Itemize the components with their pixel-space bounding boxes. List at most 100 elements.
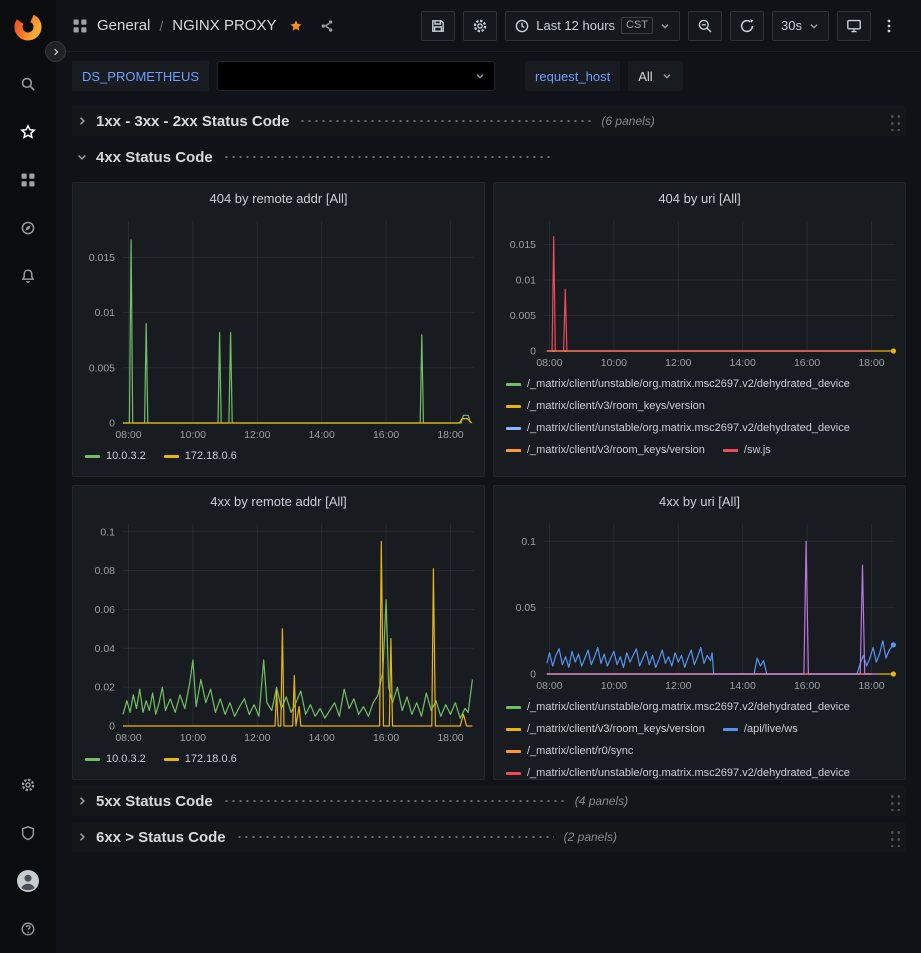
breadcrumb-section[interactable]: General	[97, 17, 150, 34]
dashboard-settings-button[interactable]	[463, 11, 497, 41]
legend-item[interactable]: /_matrix/client/unstable/org.matrix.msc2…	[506, 419, 850, 437]
row-title: 5xx Status Code	[96, 793, 213, 810]
chevron-right-icon	[76, 795, 88, 807]
svg-text:0.015: 0.015	[89, 252, 115, 264]
share-icon[interactable]	[320, 19, 334, 33]
panel-title[interactable]: 4xx by remote addr [All]	[73, 486, 484, 516]
zoom-out-button[interactable]	[688, 11, 722, 41]
time-range-picker[interactable]: Last 12 hours CST	[505, 11, 680, 41]
svg-text:0: 0	[530, 346, 536, 358]
sidebar-expand-button[interactable]	[45, 41, 66, 62]
sidebar-item-starred[interactable]	[16, 120, 40, 144]
legend-swatch	[164, 758, 179, 761]
chevron-right-icon	[76, 115, 88, 127]
timeseries-chart[interactable]: 00.020.040.060.080.108:0010:0012:0014:00…	[79, 516, 485, 746]
more-options-button[interactable]	[879, 11, 909, 41]
legend-item[interactable]: /_matrix/client/unstable/org.matrix.msc2…	[506, 375, 850, 393]
sidebar-item-search[interactable]	[16, 72, 40, 96]
tv-mode-button[interactable]	[837, 11, 871, 41]
row-6xx-status-code[interactable]: 6xx > Status Code (2 panels)	[72, 822, 906, 852]
save-dashboard-button[interactable]	[421, 11, 455, 41]
legend-label: /_matrix/client/r0/sync	[527, 742, 633, 760]
svg-text:12:00: 12:00	[244, 429, 270, 441]
svg-text:0.01: 0.01	[516, 274, 537, 286]
svg-text:0: 0	[530, 669, 536, 681]
panel-grid: 404 by remote addr [All] 0 0.005 0.01 0.015 0…	[72, 182, 906, 780]
legend-item[interactable]: /_matrix/client/v3/room_keys/version	[506, 397, 705, 415]
legend-item[interactable]: /_matrix/client/v3/room_keys/version	[506, 441, 705, 459]
panel-4xx-by-uri-all-: 4xx by uri [All]00.050.108:0010:0012:001…	[493, 485, 906, 780]
svg-text:0.01: 0.01	[95, 307, 116, 319]
panel-title[interactable]: 404 by uri [All]	[494, 183, 905, 213]
row-5xx-status-code[interactable]: 5xx Status Code (4 panels)	[72, 786, 906, 816]
legend-item[interactable]: /_matrix/client/unstable/org.matrix.msc2…	[506, 764, 850, 779]
svg-text:08:00: 08:00	[115, 732, 141, 744]
row-drag-handle[interactable]	[889, 111, 902, 131]
sidebar-item-settings[interactable]	[16, 773, 40, 797]
legend-item[interactable]: 10.0.3.2	[85, 447, 146, 465]
legend-item[interactable]: /_matrix/client/v3/room_keys/version	[506, 720, 705, 738]
panel-title[interactable]: 404 by remote addr [All]	[73, 183, 484, 213]
row-panel-count: (6 panels)	[601, 114, 654, 128]
legend-label: /_matrix/client/v3/room_keys/version	[527, 397, 705, 415]
favorite-star-icon[interactable]	[289, 19, 303, 33]
legend-swatch	[85, 455, 100, 458]
legend-swatch	[506, 750, 521, 753]
sidebar-item-explore[interactable]	[16, 216, 40, 240]
request-host-select[interactable]: All	[628, 61, 682, 91]
svg-text:14:00: 14:00	[309, 429, 335, 441]
svg-text:18:00: 18:00	[437, 732, 463, 744]
svg-text:16:00: 16:00	[373, 429, 399, 441]
svg-text:0.005: 0.005	[510, 310, 536, 322]
gear-icon	[472, 18, 488, 34]
svg-text:0.1: 0.1	[521, 536, 536, 548]
row-dotted-leader	[299, 119, 591, 123]
sidebar-item-help[interactable]	[16, 917, 40, 941]
dashboard-title[interactable]: NGINX PROXY	[172, 17, 276, 34]
row-title: 4xx Status Code	[96, 149, 213, 166]
svg-text:14:00: 14:00	[730, 680, 756, 692]
toolbar: Last 12 hours CST 30s	[421, 11, 909, 41]
timeseries-chart[interactable]: 00.0050.010.01508:0010:0012:0014:0016:00…	[500, 213, 906, 371]
svg-text:0.02: 0.02	[95, 682, 116, 694]
legend-swatch	[506, 772, 521, 775]
variable-label-ds-prometheus[interactable]: DS_PROMETHEUS	[72, 61, 209, 91]
variable-label-request-host[interactable]: request_host	[525, 61, 620, 91]
svg-text:14:00: 14:00	[730, 357, 756, 369]
legend-item[interactable]: /_matrix/client/r0/sync	[506, 742, 633, 760]
timeseries-chart[interactable]: 00.050.108:0010:0012:0014:0016:0018:00	[500, 516, 906, 694]
legend-item[interactable]: /sw.js	[723, 441, 771, 459]
panel-legend: 10.0.3.2 172.18.0.6	[73, 443, 484, 476]
legend-item[interactable]: 10.0.3.2	[85, 750, 146, 768]
datasource-select[interactable]	[217, 61, 495, 91]
svg-text:12:00: 12:00	[665, 357, 691, 369]
breadcrumb: General / NGINX PROXY	[72, 17, 334, 34]
dashboards-icon	[20, 172, 36, 188]
save-icon	[430, 18, 446, 34]
sidebar-item-admin[interactable]	[16, 821, 40, 845]
legend-item[interactable]: /api/live/ws	[723, 720, 798, 738]
legend-item[interactable]: 172.18.0.6	[164, 750, 237, 768]
timeseries-chart[interactable]: 00.0050.010.01508:0010:0012:0014:0016:00…	[79, 213, 485, 443]
legend-item[interactable]: /_matrix/client/unstable/org.matrix.msc2…	[506, 698, 850, 716]
chevron-right-icon	[51, 47, 61, 57]
chevron-down-icon	[659, 20, 671, 32]
grafana-logo-icon[interactable]	[13, 12, 43, 42]
svg-text:0.04: 0.04	[95, 643, 116, 655]
legend-label: 172.18.0.6	[185, 447, 237, 465]
panel-title[interactable]: 4xx by uri [All]	[494, 486, 905, 516]
sidebar-item-alerting[interactable]	[16, 264, 40, 288]
row-1xx-3xx-2xx-status-code[interactable]: 1xx - 3xx - 2xx Status Code (6 panels)	[72, 106, 906, 136]
row-drag-handle[interactable]	[889, 827, 902, 847]
refresh-interval-picker[interactable]: 30s	[772, 11, 829, 41]
row-drag-handle[interactable]	[889, 791, 902, 811]
sidebar-item-dashboards[interactable]	[16, 168, 40, 192]
svg-text:16:00: 16:00	[373, 732, 399, 744]
legend-item[interactable]: 172.18.0.6	[164, 447, 237, 465]
svg-text:0.05: 0.05	[516, 602, 537, 614]
sidebar-item-profile[interactable]	[16, 869, 40, 893]
row-4xx-status-code[interactable]: 4xx Status Code	[72, 142, 906, 172]
legend-label: 10.0.3.2	[106, 750, 146, 768]
apps-icon	[72, 18, 88, 34]
refresh-button[interactable]	[730, 11, 764, 41]
